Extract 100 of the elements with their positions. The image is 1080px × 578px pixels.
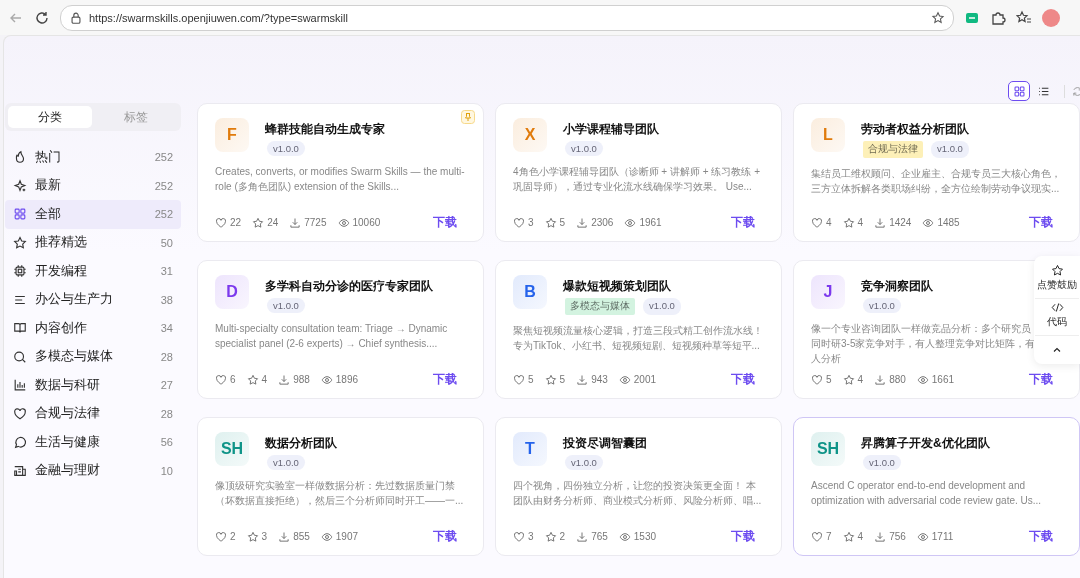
category-count: 56 xyxy=(160,436,173,449)
version-badge: v1.0.0 xyxy=(931,141,969,158)
downloads-count: 756 xyxy=(889,531,906,542)
skill-title: 昇腾算子开发&优化团队 xyxy=(861,435,990,452)
category-count: 252 xyxy=(154,208,173,221)
skill-title: 劳动者权益分析团队 xyxy=(861,121,969,138)
category-label: 数据与科研 xyxy=(35,376,101,394)
category-count: 28 xyxy=(160,350,173,363)
downloads-count: 2306 xyxy=(591,217,614,228)
skill-avatar: SH xyxy=(811,432,845,466)
likes-count: 2 xyxy=(230,531,236,542)
likes-count: 5 xyxy=(528,374,534,385)
category-count: 31 xyxy=(160,265,173,278)
views-count: 10060 xyxy=(352,217,381,228)
likes-count: 4 xyxy=(826,217,832,228)
skill-avatar: X xyxy=(513,118,547,152)
floating-label: 代码 xyxy=(1047,315,1067,329)
category-label: 生活与健康 xyxy=(35,433,101,451)
skill-avatar: L xyxy=(811,118,845,152)
stars-count: 5 xyxy=(559,217,566,228)
category-count: 10 xyxy=(160,464,173,477)
category-count: 28 xyxy=(160,407,173,420)
stars-count: 2 xyxy=(559,531,566,542)
version-badge: v1.0.0 xyxy=(267,455,305,470)
downloads-count: 1424 xyxy=(889,217,912,228)
views-count: 2001 xyxy=(633,374,657,385)
views-count: 1896 xyxy=(335,374,359,385)
skill-avatar: B xyxy=(513,275,547,309)
downloads-count: 880 xyxy=(889,374,906,385)
category-tag: 多模态与媒体 xyxy=(565,298,635,315)
stars-count: 4 xyxy=(857,531,864,542)
category-count: 252 xyxy=(154,151,173,164)
stars-count: 3 xyxy=(261,531,268,542)
skill-title: 爆款短视频策划团队 xyxy=(563,278,672,295)
version-badge: v1.0.0 xyxy=(863,455,901,470)
skill-avatar: J xyxy=(811,275,845,309)
category-label: 内容创作 xyxy=(35,319,88,337)
skill-avatar: SH xyxy=(215,432,249,466)
category-count: 252 xyxy=(154,179,173,192)
category-label: 合规与法律 xyxy=(35,405,101,423)
likes-count: 7 xyxy=(826,531,832,542)
skill-title: 数据分析团队 xyxy=(265,435,337,452)
downloads-count: 988 xyxy=(293,374,310,385)
skill-title: 投资尽调智囊团 xyxy=(563,435,647,452)
skill-description: 4角色小学课程辅导团队（诊断师 + 讲解师 + 练习教练 + 巩固导师），通过专业化流水线确保学习效果。 Use... xyxy=(513,165,761,194)
version-badge: v1.0.0 xyxy=(863,298,901,313)
category-count: 34 xyxy=(160,322,173,335)
skill-avatar: T xyxy=(513,432,547,466)
likes-count: 22 xyxy=(230,217,242,228)
skill-title: 竞争洞察团队 xyxy=(861,278,933,295)
category-count: 27 xyxy=(160,379,173,392)
downloads-count: 765 xyxy=(591,531,608,542)
category-count: 38 xyxy=(160,293,173,306)
skill-avatar: F xyxy=(215,118,249,152)
category-tag: 合规与法律 xyxy=(863,141,923,158)
category-label: 最新 xyxy=(35,177,62,195)
category-label: 金融与理财 xyxy=(35,462,101,480)
stars-count: 4 xyxy=(857,374,864,385)
category-label: 开发编程 xyxy=(35,262,88,280)
floating-label: 点赞鼓励 xyxy=(1037,278,1077,292)
url-text: https://swarmskills.openjiuwen.com/?type=swarmskill xyxy=(89,11,349,24)
stars-count: 4 xyxy=(261,374,268,385)
skill-description: Ascend C operator end-to-end development and optimization with adversarial code review gate. Us... xyxy=(811,479,1043,508)
views-count: 1961 xyxy=(639,217,662,228)
likes-count: 3 xyxy=(528,217,534,228)
downloads-count: 7725 xyxy=(304,217,327,228)
category-label: 推荐精选 xyxy=(35,234,88,252)
stars-count: 5 xyxy=(559,374,566,385)
likes-count: 6 xyxy=(230,374,236,385)
skill-title: 多学科自动分诊的医疗专家团队 xyxy=(265,278,433,295)
version-badge: v1.0.0 xyxy=(267,141,305,156)
skill-description: 聚焦短视频流量核心逻辑，打造三段式精工创作流水线！专为TikTok、小红书、短视频短剧、短视频种草等短平... xyxy=(513,324,764,353)
downloads-count: 855 xyxy=(293,531,310,542)
category-label: 多模态与媒体 xyxy=(35,348,114,366)
views-count: 1711 xyxy=(931,531,954,542)
skill-avatar: D xyxy=(215,275,249,309)
likes-count: 5 xyxy=(826,374,832,385)
category-count: 50 xyxy=(160,236,173,249)
category-label: 热门 xyxy=(35,148,62,166)
version-badge: v1.0.0 xyxy=(643,298,681,315)
skill-description: 四个视角，四份独立分析，让您的投资决策更全面！ 本团队由财务分析师、商业模式分析师、风险分析师、唱... xyxy=(513,479,763,508)
skill-description: 像顶级研究实验室一样做数据分析：先过数据质量门禁（坏数据直接拒绝），然后三个分析师同时开工——一... xyxy=(215,479,465,508)
views-count: 1485 xyxy=(937,217,960,228)
skill-description: Multi-specialty consultation team: Triage → Dynamic specialist panel (2-6 experts) → Chief synthesis.... xyxy=(215,322,449,351)
views-count: 1661 xyxy=(931,374,955,385)
skill-description: 像一个专业咨询团队一样做竞品分析：多个研究员同时研3-5家竞争对手，有人整理竞争对比矩阵，有人分析 xyxy=(811,322,1037,366)
skill-description: 集结员工维权顾问、企业雇主、合规专员三大核心角色，三方立体拆解各类职场纠纷，全方位绘制劳动争议现实... xyxy=(811,167,1062,196)
version-badge: v1.0.0 xyxy=(565,455,603,470)
category-label: 全部 xyxy=(35,205,62,223)
skill-title: 蜂群技能自动生成专家 xyxy=(265,121,385,138)
stars-count: 4 xyxy=(857,217,864,228)
skill-title: 小学课程辅导团队 xyxy=(563,121,659,138)
downloads-count: 943 xyxy=(591,374,608,385)
views-count: 1907 xyxy=(335,531,359,542)
likes-count: 3 xyxy=(528,531,534,542)
views-count: 1530 xyxy=(633,531,657,542)
stars-count: 24 xyxy=(267,217,279,228)
category-label: 办公与生产力 xyxy=(35,291,114,309)
skill-description: Creates, converts, or modifies Swarm Skills — the multi-role (多角色团队) extension of the Skills... xyxy=(215,165,466,194)
version-badge: v1.0.0 xyxy=(565,141,603,156)
